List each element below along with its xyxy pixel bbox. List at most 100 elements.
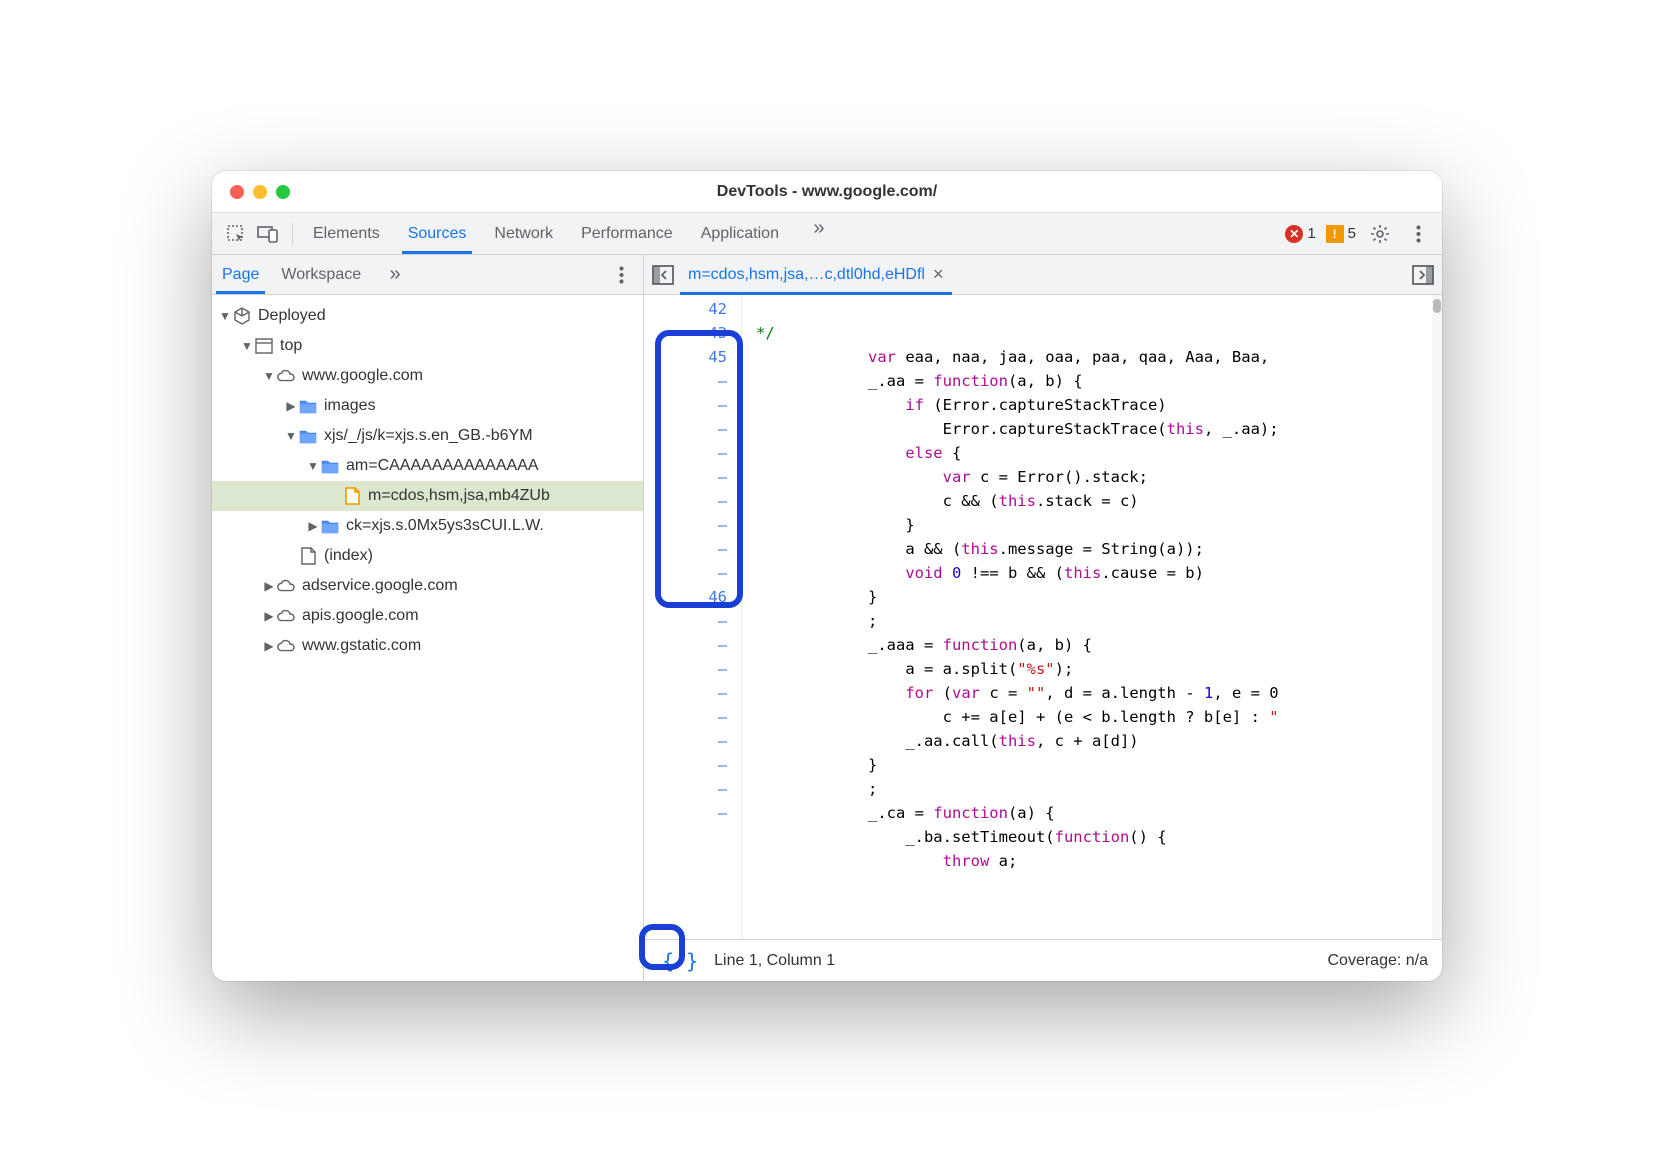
- close-button[interactable]: [230, 185, 244, 199]
- pretty-print-button[interactable]: { }: [658, 947, 702, 975]
- gutter-fold-dash[interactable]: –: [644, 705, 727, 729]
- settings-icon[interactable]: [1366, 220, 1394, 248]
- gutter-fold-dash[interactable]: –: [644, 369, 727, 393]
- file-js-icon: [342, 486, 362, 506]
- gutter-fold-dash[interactable]: –: [644, 681, 727, 705]
- folder-icon: [298, 426, 318, 446]
- gutter-fold-dash[interactable]: –: [644, 465, 727, 489]
- nav-kebab-icon[interactable]: [607, 261, 635, 289]
- editor-tab-label: m=cdos,hsm,jsa,…c,dtl0hd,eHDfl: [688, 266, 925, 284]
- tree-item-label: Deployed: [258, 307, 326, 325]
- gutter-fold-dash[interactable]: –: [644, 609, 727, 633]
- line-number[interactable]: 42: [644, 297, 727, 321]
- tab-network[interactable]: Network: [492, 215, 555, 253]
- tree-item[interactable]: m=cdos,hsm,jsa,mb4ZUb: [212, 481, 643, 511]
- line-gutter[interactable]: 424345–––––––––46–––––––––: [644, 295, 742, 939]
- gutter-fold-dash[interactable]: –: [644, 657, 727, 681]
- chevron-right-icon[interactable]: ▶: [262, 609, 276, 623]
- tree-item[interactable]: ▼ www.google.com: [212, 361, 643, 391]
- window-title: DevTools - www.google.com/: [717, 183, 937, 201]
- tree-item[interactable]: ▶adservice.google.com: [212, 571, 643, 601]
- folder-icon: [320, 456, 340, 476]
- tree-item-label: m=cdos,hsm,jsa,mb4ZUb: [368, 487, 550, 505]
- minimize-button[interactable]: [253, 185, 267, 199]
- line-number[interactable]: 43: [644, 321, 727, 345]
- more-tabs-icon[interactable]: »: [805, 215, 833, 243]
- close-tab-icon[interactable]: ×: [933, 264, 944, 285]
- gutter-fold-dash[interactable]: –: [644, 633, 727, 657]
- tree-item[interactable]: ▶ apis.google.com: [212, 601, 643, 631]
- cursor-position: Line 1, Column 1: [714, 952, 835, 970]
- file-icon: [298, 546, 318, 566]
- chevron-down-icon[interactable]: ▼: [262, 369, 276, 383]
- chevron-right-icon[interactable]: ▶: [284, 399, 298, 413]
- separator: [292, 223, 293, 245]
- folder-icon: [298, 396, 318, 416]
- gutter-fold-dash[interactable]: –: [644, 801, 727, 825]
- editor-tab[interactable]: m=cdos,hsm,jsa,…c,dtl0hd,eHDfl ×: [684, 255, 948, 294]
- chevron-right-icon[interactable]: ▶: [262, 579, 276, 593]
- tree-item-label: (index): [324, 547, 373, 565]
- file-tree[interactable]: ▼Deployed▼top▼www.google.com▶images▼xjs/…: [212, 295, 643, 981]
- tree-item[interactable]: ▼xjs/_/js/k=xjs.s.en_GB.-b6YM: [212, 421, 643, 451]
- code-content[interactable]: */ var eaa, naa, jaa, oaa, paa, qaa, Aaa…: [742, 295, 1442, 939]
- tree-item[interactable]: ▼ Deployed: [212, 301, 643, 331]
- editor-panel: m=cdos,hsm,jsa,…c,dtl0hd,eHDfl × 424345–…: [644, 255, 1442, 981]
- chevron-down-icon[interactable]: ▼: [306, 459, 320, 473]
- warning-badge[interactable]: ! 5: [1326, 225, 1356, 243]
- tree-item[interactable]: ▶www.gstatic.com: [212, 631, 643, 661]
- scrollbar-thumb[interactable]: [1433, 299, 1441, 313]
- nav-tab-workspace[interactable]: Workspace: [279, 257, 363, 293]
- panel-tabs: Elements Sources Network Performance App…: [311, 215, 833, 253]
- tree-item[interactable]: ▼top: [212, 331, 643, 361]
- line-number[interactable]: 46: [644, 585, 727, 609]
- toggle-navigator-icon[interactable]: [652, 265, 674, 285]
- gutter-fold-dash[interactable]: –: [644, 417, 727, 441]
- tree-item[interactable]: (index): [212, 541, 643, 571]
- tab-elements[interactable]: Elements: [311, 215, 382, 253]
- gutter-fold-dash[interactable]: –: [644, 513, 727, 537]
- warning-count: 5: [1348, 225, 1356, 242]
- tree-item[interactable]: ▼am=CAAAAAAAAAAAAAA: [212, 451, 643, 481]
- gutter-fold-dash[interactable]: –: [644, 729, 727, 753]
- coverage-label: Coverage: n/a: [1327, 952, 1428, 970]
- scrollbar[interactable]: [1432, 295, 1442, 939]
- gutter-fold-dash[interactable]: –: [644, 753, 727, 777]
- toggle-debugger-icon[interactable]: [1412, 265, 1434, 285]
- chevron-down-icon[interactable]: ▼: [218, 309, 232, 323]
- chevron-down-icon[interactable]: ▼: [284, 429, 298, 443]
- gutter-fold-dash[interactable]: –: [644, 441, 727, 465]
- tree-item[interactable]: ▶ck=xjs.s.0Mx5ys3sCUI.L.W.: [212, 511, 643, 541]
- tree-item-label: apis.google.com: [302, 607, 419, 625]
- nav-tab-page[interactable]: Page: [220, 257, 261, 293]
- gutter-fold-dash[interactable]: –: [644, 777, 727, 801]
- tab-performance[interactable]: Performance: [579, 215, 675, 253]
- cloud-icon: [276, 606, 296, 626]
- gutter-fold-dash[interactable]: –: [644, 537, 727, 561]
- inspect-icon[interactable]: [222, 220, 250, 248]
- tab-sources[interactable]: Sources: [406, 215, 469, 253]
- tab-application[interactable]: Application: [699, 215, 781, 253]
- tree-item[interactable]: ▶ images: [212, 391, 643, 421]
- navigator-panel: Page Workspace » ▼Deployed▼top▼www.googl…: [212, 255, 644, 981]
- gutter-fold-dash[interactable]: –: [644, 393, 727, 417]
- chevron-right-icon[interactable]: ▶: [306, 519, 320, 533]
- editor-footer: { } Line 1, Column 1 Coverage: n/a: [644, 939, 1442, 981]
- warning-icon: !: [1326, 225, 1344, 243]
- error-count: 1: [1307, 225, 1315, 242]
- chevron-down-icon[interactable]: ▼: [240, 339, 254, 353]
- error-badge[interactable]: ✕ 1: [1285, 225, 1315, 243]
- cloud-icon: [276, 636, 296, 656]
- tree-item-label: images: [324, 397, 376, 415]
- cube-icon: [232, 306, 252, 326]
- device-toggle-icon[interactable]: [254, 220, 282, 248]
- gutter-fold-dash[interactable]: –: [644, 561, 727, 585]
- kebab-menu-icon[interactable]: [1404, 220, 1432, 248]
- nav-more-tabs-icon[interactable]: »: [381, 261, 409, 289]
- maximize-button[interactable]: [276, 185, 290, 199]
- line-number[interactable]: 45: [644, 345, 727, 369]
- tree-item-label: www.google.com: [302, 367, 423, 385]
- chevron-right-icon[interactable]: ▶: [262, 639, 276, 653]
- window-icon: [254, 336, 274, 356]
- gutter-fold-dash[interactable]: –: [644, 489, 727, 513]
